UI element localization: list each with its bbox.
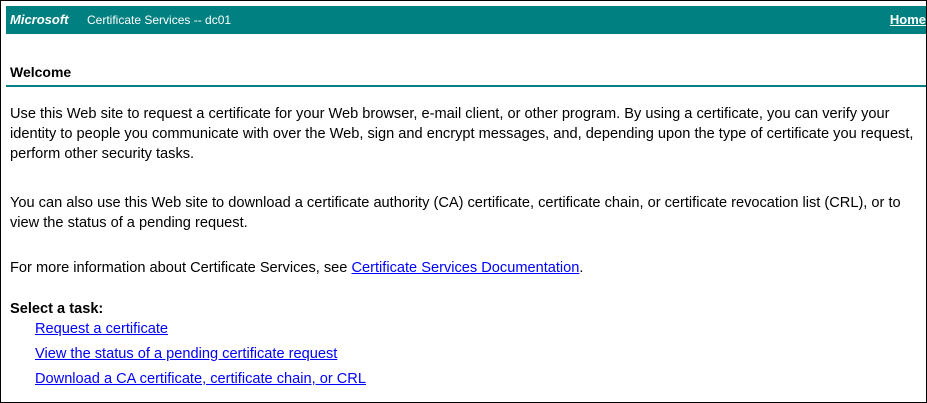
page-frame: Microsoft Certificate Services -- dc01 H…	[0, 0, 927, 403]
info-text: For more information about Certificate S…	[10, 260, 352, 276]
request-certificate-link[interactable]: Request a certificate	[35, 321, 168, 337]
download-paragraph: You can also use this Web site to downlo…	[10, 195, 901, 231]
brand-name: Microsoft	[10, 12, 69, 27]
page-title: Welcome	[10, 64, 72, 80]
info-paragraph: For more information about Certificate S…	[10, 258, 920, 278]
header-banner: Microsoft Certificate Services -- dc01 H…	[6, 6, 926, 34]
title-divider	[6, 85, 926, 87]
info-suffix: .	[579, 260, 584, 276]
product-title: Certificate Services -- dc01	[87, 13, 232, 27]
intro-paragraph: Use this Web site to request a certifica…	[10, 106, 914, 162]
view-pending-request-link[interactable]: View the status of a pending certificate…	[35, 346, 337, 362]
task-heading: Select a task:	[10, 301, 104, 317]
documentation-link[interactable]: Certificate Services Documentation	[351, 260, 579, 276]
home-link[interactable]: Home	[890, 12, 926, 27]
download-ca-certificate-link[interactable]: Download a CA certificate, certificate c…	[35, 371, 366, 387]
